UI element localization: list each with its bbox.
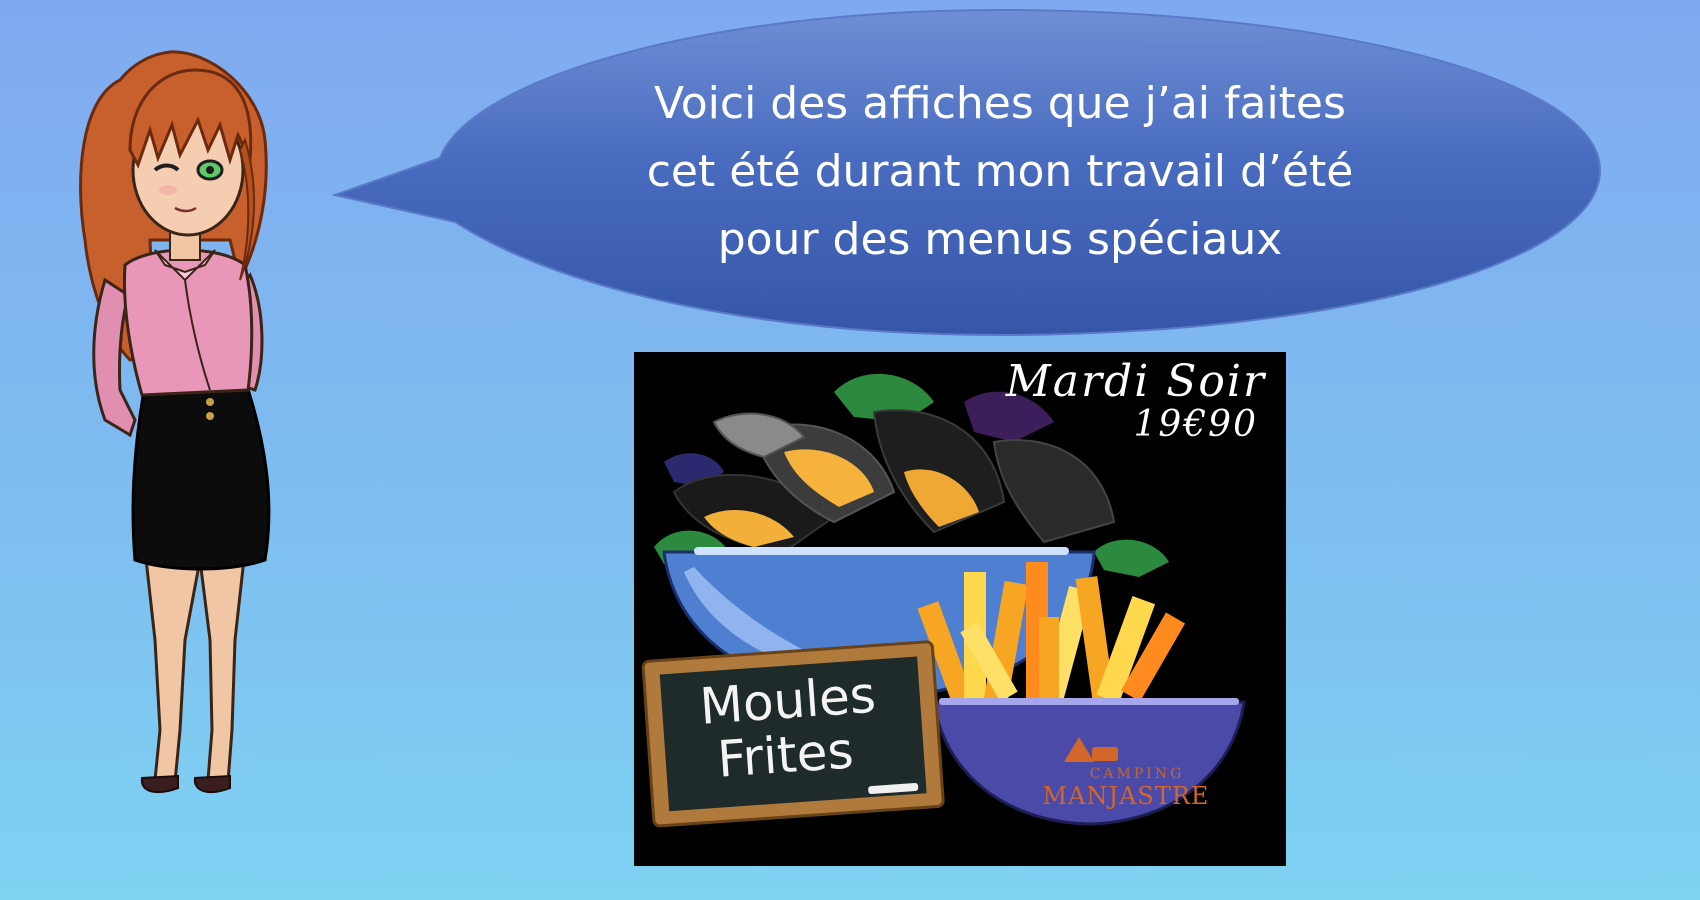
camping-caravan-icon	[1092, 747, 1118, 761]
poster-price: 19€90	[1133, 404, 1258, 445]
poster-title: Mardi Soir	[1005, 356, 1266, 407]
speech-line-3: pour des menus spéciaux	[717, 214, 1283, 265]
cartoon-girl-illustration	[79, 50, 271, 794]
mussel-4	[992, 439, 1116, 544]
chalkboard-text: Moules Frites	[698, 663, 945, 789]
legs	[143, 548, 247, 784]
skirt-button-1	[206, 398, 214, 406]
skirt-button-2	[206, 412, 214, 420]
cheek-blush	[159, 185, 177, 195]
logo-name: MANJASTRE	[1042, 782, 1210, 810]
speech-line-2: cet été durant mon travail d’été	[646, 146, 1354, 197]
mussel-bowl-rim	[694, 547, 1069, 555]
fries-bowl-rim	[939, 698, 1239, 705]
shoe-left	[140, 774, 179, 794]
logo-camping-label: CAMPING	[1089, 766, 1185, 782]
skirt	[131, 378, 271, 571]
menu-poster: Mardi Soir 19€90 Moules Frites CAMPING M…	[634, 352, 1286, 866]
seaweed-right	[1094, 539, 1169, 577]
speech-bubble-text: Voici des affiches que j’ai faites cet é…	[560, 70, 1440, 274]
eye-pupil	[206, 166, 214, 174]
shoe-right	[193, 774, 231, 794]
speech-line-1: Voici des affiches que j’ai faites	[654, 78, 1346, 129]
